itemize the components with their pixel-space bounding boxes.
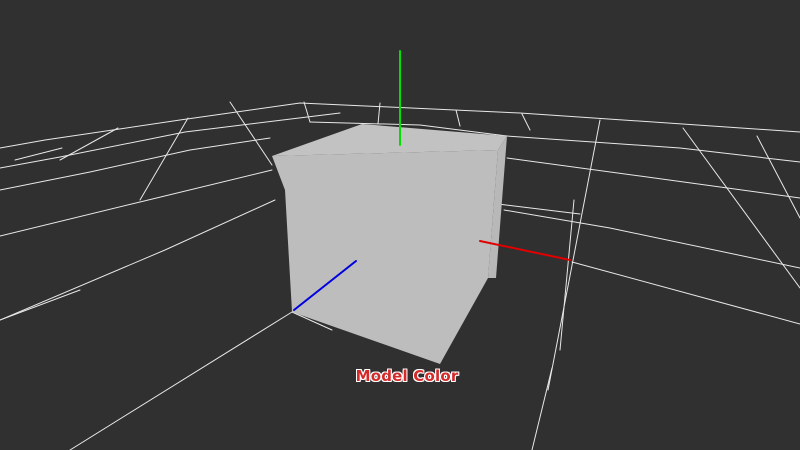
grid-line xyxy=(0,137,271,191)
grid-line xyxy=(69,311,293,450)
grid-line xyxy=(756,135,800,219)
grid-line xyxy=(303,101,311,123)
scene-canvas[interactable] xyxy=(0,0,800,450)
grid-line xyxy=(506,135,800,163)
grid-line xyxy=(455,109,461,127)
grid-line xyxy=(531,367,553,450)
grid-line xyxy=(503,209,800,269)
3d-viewport[interactable]: Model Color xyxy=(0,0,800,450)
grid-line xyxy=(229,101,273,166)
grid-line xyxy=(521,113,531,131)
grid-line xyxy=(59,127,119,161)
grid-line xyxy=(682,127,800,289)
grid-line xyxy=(559,199,575,351)
model-cube[interactable] xyxy=(272,124,507,364)
grid-line xyxy=(571,261,800,325)
grid-line xyxy=(506,157,800,199)
grid-line xyxy=(497,203,581,215)
cube-front-face xyxy=(272,150,498,364)
grid-line xyxy=(547,119,601,391)
grid-line xyxy=(0,289,81,321)
grid-line xyxy=(0,199,276,321)
grid-line xyxy=(0,169,273,237)
